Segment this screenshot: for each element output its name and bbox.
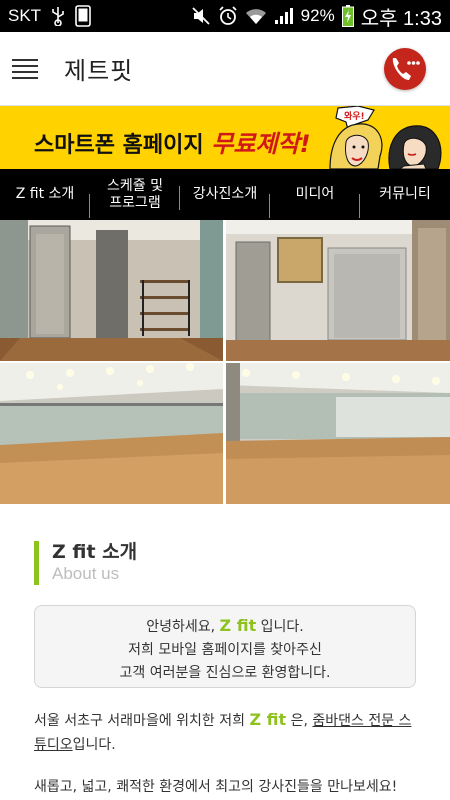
clock: 오후 1:33 — [360, 7, 442, 30]
welcome-line-1: 안녕하세요, Z fit 입니다. — [35, 614, 415, 639]
intro-text: 은, — [286, 713, 313, 729]
nav-item-community[interactable]: 커뮤니티 — [360, 186, 450, 203]
banner-bubble-text: 와우! — [344, 110, 365, 122]
promo-banner[interactable]: 스마트폰 홈페이지 무료제작! 와우! — [0, 106, 450, 169]
mute-icon — [191, 6, 211, 26]
site-title[interactable]: 제트핏 — [64, 51, 133, 86]
wifi-icon — [245, 7, 267, 25]
intro-paragraph-2: 새롭고, 넓고, 쾌적한 환경에서 최고의 강사진들을 만나보세요! — [34, 779, 398, 795]
brand-name: Z fit — [219, 616, 257, 635]
phone-call-icon — [392, 58, 420, 80]
banner-text-prefix: 스마트폰 홈페이지 — [34, 133, 212, 158]
signal-icon — [274, 7, 294, 25]
welcome-line-3: 고객 여러분을 진심으로 환영합니다. — [119, 665, 331, 681]
call-button[interactable] — [384, 48, 426, 90]
section-heading: Z fit 소개 About us — [34, 541, 137, 585]
nav-item-about[interactable]: Z fit 소개 — [0, 186, 90, 218]
studio-photo-grid — [0, 220, 450, 504]
welcome-box: 안녕하세요, Z fit 입니다. 저희 모바일 홈페이지를 찾아주신 고객 여… — [34, 605, 416, 688]
section-title: Z fit 소개 — [52, 541, 138, 563]
section-subtitle: About us — [52, 564, 120, 583]
status-bar: SKT 92% 오후 1:33 — [0, 0, 450, 32]
nav-item-label: 커뮤니티 — [379, 186, 431, 202]
studio-photo[interactable] — [0, 363, 223, 504]
battery-icon — [341, 5, 354, 27]
alarm-icon — [218, 6, 238, 26]
banner-text: 스마트폰 홈페이지 무료제작! — [34, 124, 311, 159]
nav-item-media[interactable]: 미디어 — [270, 186, 360, 218]
intro-text: 서울 서초구 서래마을에 위치한 저희 — [34, 713, 250, 729]
nav-item-label: 강사진소개 — [192, 186, 258, 202]
carrier-label: SKT — [8, 6, 42, 25]
usb-icon — [51, 6, 65, 26]
welcome-text: 안녕하세요, — [146, 619, 220, 635]
nav-item-label-line2: 프로그램 — [109, 194, 161, 211]
nav-item-label: 미디어 — [295, 186, 335, 202]
battery-percent: 92% — [300, 6, 335, 25]
nav-item-label: 스케쥴 및 — [107, 177, 163, 194]
banner-illustration: 와우! — [329, 106, 442, 169]
main-nav: Z fit 소개 스케쥴 및 프로그램 강사진소개 미디어 커뮤니티 — [0, 169, 450, 220]
nav-item-instructors[interactable]: 강사진소개 — [180, 186, 270, 218]
nav-item-label: Z fit 소개 — [15, 186, 75, 202]
intro-text: 입니다. — [72, 737, 116, 753]
app-header: 제트핏 — [0, 32, 450, 106]
welcome-text: 입니다. — [256, 619, 304, 635]
nav-item-schedule[interactable]: 스케쥴 및 프로그램 — [90, 178, 180, 212]
intro-paragraph: 서울 서초구 서래마을에 위치한 저희 Z fit 은, 줌바댄스 전문 스튜디… — [34, 708, 419, 757]
welcome-line-2: 저희 모바일 홈페이지를 찾아주신 — [128, 642, 322, 658]
studio-photo[interactable] — [226, 220, 450, 361]
studio-photo[interactable] — [0, 220, 223, 361]
studio-photo[interactable] — [226, 363, 450, 504]
phone-icon — [75, 5, 91, 27]
brand-name: Z fit — [249, 710, 287, 729]
hamburger-icon[interactable] — [12, 58, 38, 79]
banner-text-accent: 무료제작! — [211, 130, 311, 158]
